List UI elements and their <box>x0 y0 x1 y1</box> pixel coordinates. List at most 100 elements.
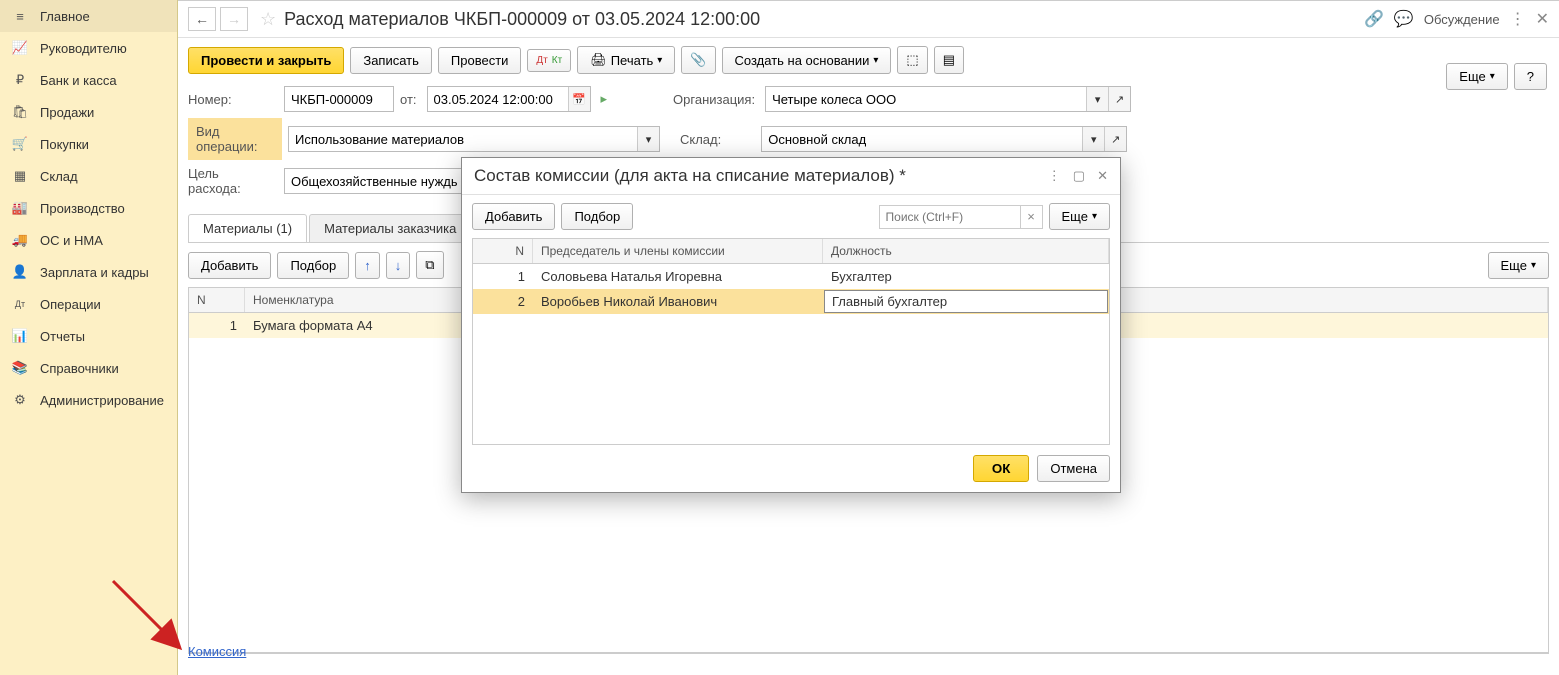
tab-materials[interactable]: Материалы (1) <box>188 214 307 242</box>
discussion-icon[interactable]: 💬 <box>1394 9 1414 29</box>
purpose-input[interactable] <box>284 168 464 194</box>
dialog-pick-button[interactable]: Подбор <box>561 203 633 230</box>
col-n[interactable]: N <box>189 288 245 312</box>
sidebar-item-operations[interactable]: Дт Операции <box>0 288 177 320</box>
sidebar-item-label: ОС и НМА <box>40 233 103 248</box>
dropdown-icon[interactable]: ▾ <box>1082 127 1104 151</box>
warehouse-label: Склад: <box>680 132 725 147</box>
sidebar-item-production[interactable]: 🏭 Производство <box>0 192 177 224</box>
sidebar-item-catalogs[interactable]: 📚 Справочники <box>0 352 177 384</box>
sidebar-item-sales[interactable]: 🛍 Продажи <box>0 96 177 128</box>
sidebar-item-hr[interactable]: 👤 Зарплата и кадры <box>0 256 177 288</box>
dialog-add-button[interactable]: Добавить <box>472 203 555 230</box>
sidebar-item-label: Зарплата и кадры <box>40 265 149 280</box>
title-bar: ← → ☆ Расход материалов ЧКБП-000009 от 0… <box>178 1 1559 38</box>
more-button[interactable]: Еще <box>1446 63 1507 90</box>
org-input-wrap: ▾ ↗ <box>765 86 1131 112</box>
dialog-col-n[interactable]: N <box>473 239 533 263</box>
nav-forward-button[interactable]: → <box>220 7 248 31</box>
dialog-col-position[interactable]: Должность <box>823 239 1109 263</box>
truck-icon: 🚚 <box>12 232 28 248</box>
ok-button[interactable]: ОК <box>973 455 1030 482</box>
dialog-table-body[interactable]: 1 Соловьева Наталья Игоревна Бухгалтер 2… <box>473 264 1109 444</box>
cancel-button[interactable]: Отмена <box>1037 455 1110 482</box>
dialog-more-button[interactable]: Еще <box>1049 203 1110 230</box>
cell-member: Соловьева Наталья Игоревна <box>533 264 823 289</box>
sidebar-item-warehouse[interactable]: ▦ Склад <box>0 160 177 192</box>
menu-icon: ≡ <box>12 8 28 24</box>
pick-button[interactable]: Подбор <box>277 252 349 279</box>
move-down-button[interactable]: ↓ <box>386 252 411 279</box>
save-button[interactable]: Записать <box>350 47 432 74</box>
sidebar-item-label: Администрирование <box>40 393 164 408</box>
org-input[interactable] <box>766 87 1086 111</box>
post-and-close-button[interactable]: Провести и закрыть <box>188 47 344 74</box>
dialog-maximize-icon[interactable]: ▢ <box>1073 168 1085 184</box>
warehouse-input[interactable] <box>762 127 1082 151</box>
tab-customer-materials[interactable]: Материалы заказчика <box>309 214 471 242</box>
open-icon[interactable]: ↗ <box>1108 87 1130 111</box>
sidebar-item-bank[interactable]: ₽ Банк и касса <box>0 64 177 96</box>
sidebar-item-label: Отчеты <box>40 329 85 344</box>
dialog-title-bar: Состав комиссии (для акта на списание ма… <box>462 158 1120 195</box>
sidebar-item-label: Продажи <box>40 105 94 120</box>
materials-more-button[interactable]: Еще <box>1488 252 1549 279</box>
more-options-icon[interactable]: ⋮ <box>1510 9 1526 29</box>
close-icon[interactable]: ✕ <box>1536 9 1549 29</box>
sidebar-item-label: Главное <box>40 9 90 24</box>
org-label: Организация: <box>673 92 759 107</box>
from-label: от: <box>400 92 421 107</box>
dialog-col-member[interactable]: Председатель и члены комиссии <box>533 239 823 263</box>
favorite-star-icon[interactable]: ☆ <box>260 9 276 30</box>
commission-link[interactable]: Комиссия <box>188 644 246 659</box>
post-button[interactable]: Провести <box>438 47 522 74</box>
move-up-button[interactable]: ↑ <box>355 252 380 279</box>
sidebar-item-assets[interactable]: 🚚 ОС и НМА <box>0 224 177 256</box>
document-toolbar: Провести и закрыть Записать Провести ДтК… <box>178 38 1559 82</box>
print-button[interactable]: 🖨 Печать <box>577 46 675 74</box>
dialog-search-input[interactable] <box>880 206 1020 228</box>
sidebar-item-manager[interactable]: 📈 Руководителю <box>0 32 177 64</box>
cell-position-editing[interactable]: Главный бухгалтер <box>824 290 1108 313</box>
sidebar-item-main[interactable]: ≡ Главное <box>0 0 177 32</box>
attach-button[interactable]: 📎 <box>681 46 715 74</box>
date-input[interactable] <box>428 87 568 111</box>
link-icon[interactable]: 🔗 <box>1364 9 1384 29</box>
help-button[interactable]: ? <box>1514 63 1547 90</box>
dropdown-icon[interactable]: ▾ <box>1086 87 1108 111</box>
dialog-table-row[interactable]: 2 Воробьев Николай Иванович Главный бухг… <box>473 289 1109 314</box>
open-icon[interactable]: ↗ <box>1104 127 1126 151</box>
structure-button[interactable]: ⬚ <box>897 46 927 74</box>
dialog-table-row[interactable]: 1 Соловьева Наталья Игоревна Бухгалтер <box>473 264 1109 289</box>
dtkt-icon: Дт <box>12 296 28 312</box>
sidebar-item-label: Производство <box>40 201 125 216</box>
sidebar-item-reports[interactable]: 📊 Отчеты <box>0 320 177 352</box>
books-icon: 📚 <box>12 360 28 376</box>
sidebar-item-purchases[interactable]: 🛒 Покупки <box>0 128 177 160</box>
cell-member: Воробьев Николай Иванович <box>533 289 823 314</box>
dialog-close-icon[interactable]: ✕ <box>1097 168 1108 184</box>
sidebar-item-label: Покупки <box>40 137 89 152</box>
add-row-button[interactable]: Добавить <box>188 252 271 279</box>
document-title: Расход материалов ЧКБП-000009 от 03.05.2… <box>284 9 1364 30</box>
factory-icon: 🏭 <box>12 200 28 216</box>
dialog-more-icon[interactable]: ⋮ <box>1048 168 1061 184</box>
sidebar: ≡ Главное 📈 Руководителю ₽ Банк и касса … <box>0 0 178 675</box>
calendar-icon[interactable]: 📅 <box>568 87 590 111</box>
dtkt-button[interactable]: ДтКт <box>527 49 571 72</box>
dropdown-icon[interactable]: ▾ <box>637 127 659 151</box>
nav-back-button[interactable]: ← <box>188 7 216 31</box>
copy-button[interactable]: ⧉ <box>416 251 443 279</box>
sidebar-item-label: Банк и касса <box>40 73 117 88</box>
chart-icon: 📈 <box>12 40 28 56</box>
discussion-label[interactable]: Обсуждение <box>1424 12 1500 27</box>
cart-icon: 🛒 <box>12 136 28 152</box>
number-input[interactable] <box>284 86 394 112</box>
clear-search-icon[interactable]: × <box>1020 206 1042 228</box>
list-button[interactable]: ▤ <box>934 46 964 74</box>
sidebar-item-admin[interactable]: ⚙ Администрирование <box>0 384 177 416</box>
optype-input[interactable] <box>289 127 637 151</box>
create-based-button[interactable]: Создать на основании <box>722 47 892 74</box>
commission-dialog: Состав комиссии (для акта на списание ма… <box>461 157 1121 493</box>
number-label: Номер: <box>188 92 236 107</box>
